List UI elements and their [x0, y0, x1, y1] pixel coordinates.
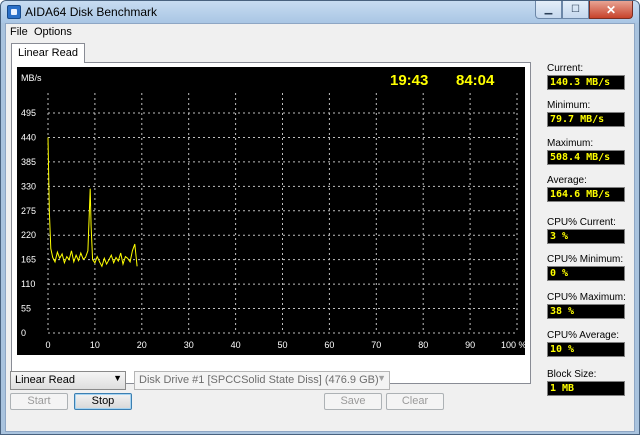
y-tick-label: 495 — [21, 108, 36, 118]
app-icon — [7, 5, 21, 19]
stat-label: Average: — [547, 175, 587, 186]
stat-label: CPU% Current: — [547, 217, 616, 228]
elapsed-time: 19:43 — [390, 72, 428, 89]
maximize-icon: ☐ — [571, 4, 580, 15]
stop-button[interactable]: Stop — [74, 393, 132, 410]
y-tick-label: 0 — [21, 328, 26, 338]
menu-bar: File Options — [6, 24, 634, 42]
clear-label: Clear — [401, 395, 429, 407]
stat-value: 3 % — [547, 229, 625, 244]
drive-select[interactable]: Disk Drive #1 [SPCCSolid State Diss] (47… — [134, 371, 390, 390]
stat-label: CPU% Minimum: — [547, 254, 624, 265]
test-type-value: Linear Read — [15, 374, 75, 386]
remaining-time: 84:04 — [456, 72, 495, 89]
benchmark-chart: 495 440 385 330 275 220 165 110 55 0 0 10 20 30 40 50 6… — [17, 67, 527, 355]
stat-label: CPU% Maximum: — [547, 292, 626, 303]
x-tick-label: 20 — [137, 340, 147, 350]
x-tick-label: 10 — [90, 340, 100, 350]
y-tick-label: 330 — [21, 181, 36, 191]
tab-label: Linear Read — [18, 47, 78, 59]
benchmark-window: AIDA64 Disk Benchmark ▁ ☐ ✕ File Options… — [0, 0, 640, 435]
minimize-button[interactable]: ▁ — [535, 1, 562, 19]
test-type-select[interactable]: Linear Read ▼ — [10, 371, 126, 390]
menu-options-label: Options — [34, 26, 72, 38]
chevron-down-icon: ▼ — [377, 373, 386, 383]
stat-label: Current: — [547, 63, 584, 74]
window-title: AIDA64 Disk Benchmark — [25, 5, 158, 19]
y-tick-label: 55 — [21, 304, 31, 314]
y-tick-label: 275 — [21, 206, 36, 216]
clear-button[interactable]: Clear — [386, 393, 444, 410]
stat-value: 38 % — [547, 304, 625, 319]
title-bar[interactable]: AIDA64 Disk Benchmark ▁ ☐ ✕ — [1, 1, 639, 23]
close-button[interactable]: ✕ — [589, 1, 633, 19]
stat-value: 140.3 MB/s — [547, 75, 625, 90]
x-tick-label: 90 — [465, 340, 475, 350]
start-label: Start — [27, 395, 51, 407]
x-tick-label: 50 — [277, 340, 287, 350]
tab-linear-read[interactable]: Linear Read — [11, 43, 85, 63]
stat-label: Block Size: — [547, 369, 597, 380]
chevron-down-icon: ▼ — [113, 373, 122, 383]
stat-label: CPU% Average: — [547, 330, 620, 341]
y-tick-label: 385 — [21, 157, 36, 167]
menu-options[interactable]: Options — [34, 26, 72, 38]
stat-value: 1 MB — [547, 381, 625, 396]
menu-file-label: File — [10, 26, 28, 38]
x-tick-label: 70 — [371, 340, 381, 350]
stat-value: 0 % — [547, 266, 625, 281]
start-button[interactable]: Start — [10, 393, 68, 410]
menu-file[interactable]: File — [10, 26, 28, 38]
minimize-icon: ▁ — [544, 4, 553, 15]
x-tick-label: 100 % — [501, 340, 525, 350]
y-unit-label: MB/s — [21, 73, 42, 83]
x-tick-label: 40 — [231, 340, 241, 350]
stat-label: Minimum: — [547, 100, 591, 111]
tab-panel: 495 440 385 330 275 220 165 110 55 0 0 10 20 30 40 50 6… — [11, 62, 531, 384]
y-tick-label: 440 — [21, 132, 36, 142]
chart-container: 495 440 385 330 275 220 165 110 55 0 0 10 20 30 40 50 6… — [17, 67, 527, 358]
x-tick-label: 30 — [184, 340, 194, 350]
y-tick-label: 110 — [21, 279, 35, 289]
save-label: Save — [340, 395, 366, 407]
x-tick-label: 0 — [45, 340, 50, 350]
stat-label: Maximum: — [547, 138, 594, 149]
close-icon: ✕ — [605, 2, 617, 17]
client-area: File Options Linear Read 495 440 385 330 275… — [5, 23, 635, 432]
stat-value: 508.4 MB/s — [547, 150, 625, 165]
stat-value: 79.7 MB/s — [547, 112, 625, 127]
x-tick-label: 60 — [324, 340, 334, 350]
save-button[interactable]: Save — [324, 393, 382, 410]
stat-value: 164.6 MB/s — [547, 187, 625, 202]
stop-label: Stop — [91, 395, 115, 407]
drive-value: Disk Drive #1 [SPCCSolid State Diss] (47… — [139, 374, 379, 386]
y-tick-label: 220 — [21, 230, 36, 240]
stat-value: 10 % — [547, 342, 625, 357]
maximize-button[interactable]: ☐ — [562, 1, 589, 19]
y-tick-label: 165 — [21, 255, 36, 265]
caption-buttons: ▁ ☐ ✕ — [535, 1, 633, 20]
x-tick-label: 80 — [418, 340, 428, 350]
